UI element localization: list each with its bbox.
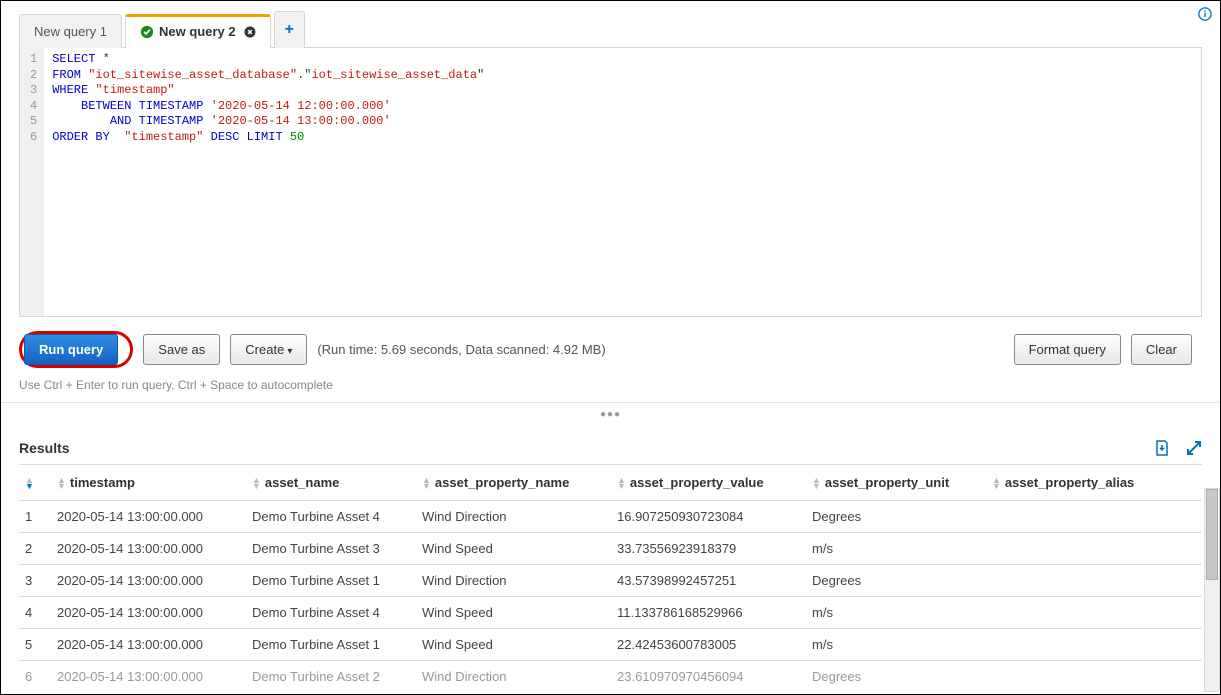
expand-icon[interactable] bbox=[1186, 440, 1202, 456]
table-row[interactable]: 32020-05-14 13:00:00.000Demo Turbine Ass… bbox=[19, 565, 1202, 597]
close-icon[interactable] bbox=[244, 26, 256, 38]
results-body: 12020-05-14 13:00:00.000Demo Turbine Ass… bbox=[19, 501, 1202, 693]
col-timestamp[interactable]: ▲▼timestamp bbox=[51, 465, 246, 501]
add-tab-button[interactable]: + bbox=[274, 11, 305, 48]
check-circle-icon bbox=[140, 25, 154, 39]
clear-button[interactable]: Clear bbox=[1131, 334, 1192, 365]
results-table: ▲▼ ▲▼timestamp ▲▼asset_name ▲▼asset_prop… bbox=[19, 464, 1202, 692]
save-as-button[interactable]: Save as bbox=[143, 334, 220, 365]
editor-code[interactable]: SELECT *FROM "iot_sitewise_asset_databas… bbox=[44, 48, 1201, 316]
table-row[interactable]: 42020-05-14 13:00:00.000Demo Turbine Ass… bbox=[19, 597, 1202, 629]
plus-icon: + bbox=[285, 21, 294, 39]
scrollbar[interactable] bbox=[1204, 488, 1220, 692]
results-title: Results bbox=[19, 440, 70, 456]
chevron-down-icon: ▾ bbox=[287, 346, 292, 357]
create-button[interactable]: Create▾ bbox=[230, 334, 307, 365]
col-asset-property-name[interactable]: ▲▼asset_property_name bbox=[416, 465, 611, 501]
run-info: (Run time: 5.69 seconds, Data scanned: 4… bbox=[317, 342, 605, 357]
tab-label: New query 2 bbox=[159, 24, 236, 39]
col-index[interactable]: ▲▼ bbox=[19, 465, 51, 501]
highlight-annotation: Run query bbox=[19, 331, 133, 368]
query-tabs: New query 1 New query 2 + bbox=[19, 11, 1202, 48]
table-row[interactable]: 22020-05-14 13:00:00.000Demo Turbine Ass… bbox=[19, 533, 1202, 565]
run-query-button[interactable]: Run query bbox=[24, 334, 118, 365]
col-asset-name[interactable]: ▲▼asset_name bbox=[246, 465, 416, 501]
pane-resize-handle[interactable]: ●●● bbox=[1, 402, 1220, 426]
editor-gutter: 123456 bbox=[20, 48, 44, 316]
tab-query-2[interactable]: New query 2 bbox=[125, 14, 271, 48]
col-asset-property-unit[interactable]: ▲▼asset_property_unit bbox=[806, 465, 986, 501]
format-query-button[interactable]: Format query bbox=[1014, 334, 1121, 365]
query-toolbar: Run query Save as Create▾ (Run time: 5.6… bbox=[19, 317, 1202, 376]
tab-label: New query 1 bbox=[34, 24, 107, 39]
col-asset-property-alias[interactable]: ▲▼asset_property_alias bbox=[986, 465, 1202, 501]
results-panel: ▲▼ ▲▼timestamp ▲▼asset_name ▲▼asset_prop… bbox=[19, 464, 1212, 692]
keyboard-hint: Use Ctrl + Enter to run query, Ctrl + Sp… bbox=[19, 378, 1202, 392]
table-row[interactable]: 12020-05-14 13:00:00.000Demo Turbine Ass… bbox=[19, 501, 1202, 533]
table-row[interactable]: 62020-05-14 13:00:00.000Demo Turbine Ass… bbox=[19, 661, 1202, 693]
tab-query-1[interactable]: New query 1 bbox=[19, 14, 122, 48]
sql-editor[interactable]: 123456 SELECT *FROM "iot_sitewise_asset_… bbox=[19, 47, 1202, 317]
table-row[interactable]: 52020-05-14 13:00:00.000Demo Turbine Ass… bbox=[19, 629, 1202, 661]
col-asset-property-value[interactable]: ▲▼asset_property_value bbox=[611, 465, 806, 501]
results-header: Results bbox=[19, 426, 1202, 464]
download-icon[interactable] bbox=[1154, 440, 1170, 456]
scrollbar-thumb[interactable] bbox=[1206, 489, 1218, 580]
